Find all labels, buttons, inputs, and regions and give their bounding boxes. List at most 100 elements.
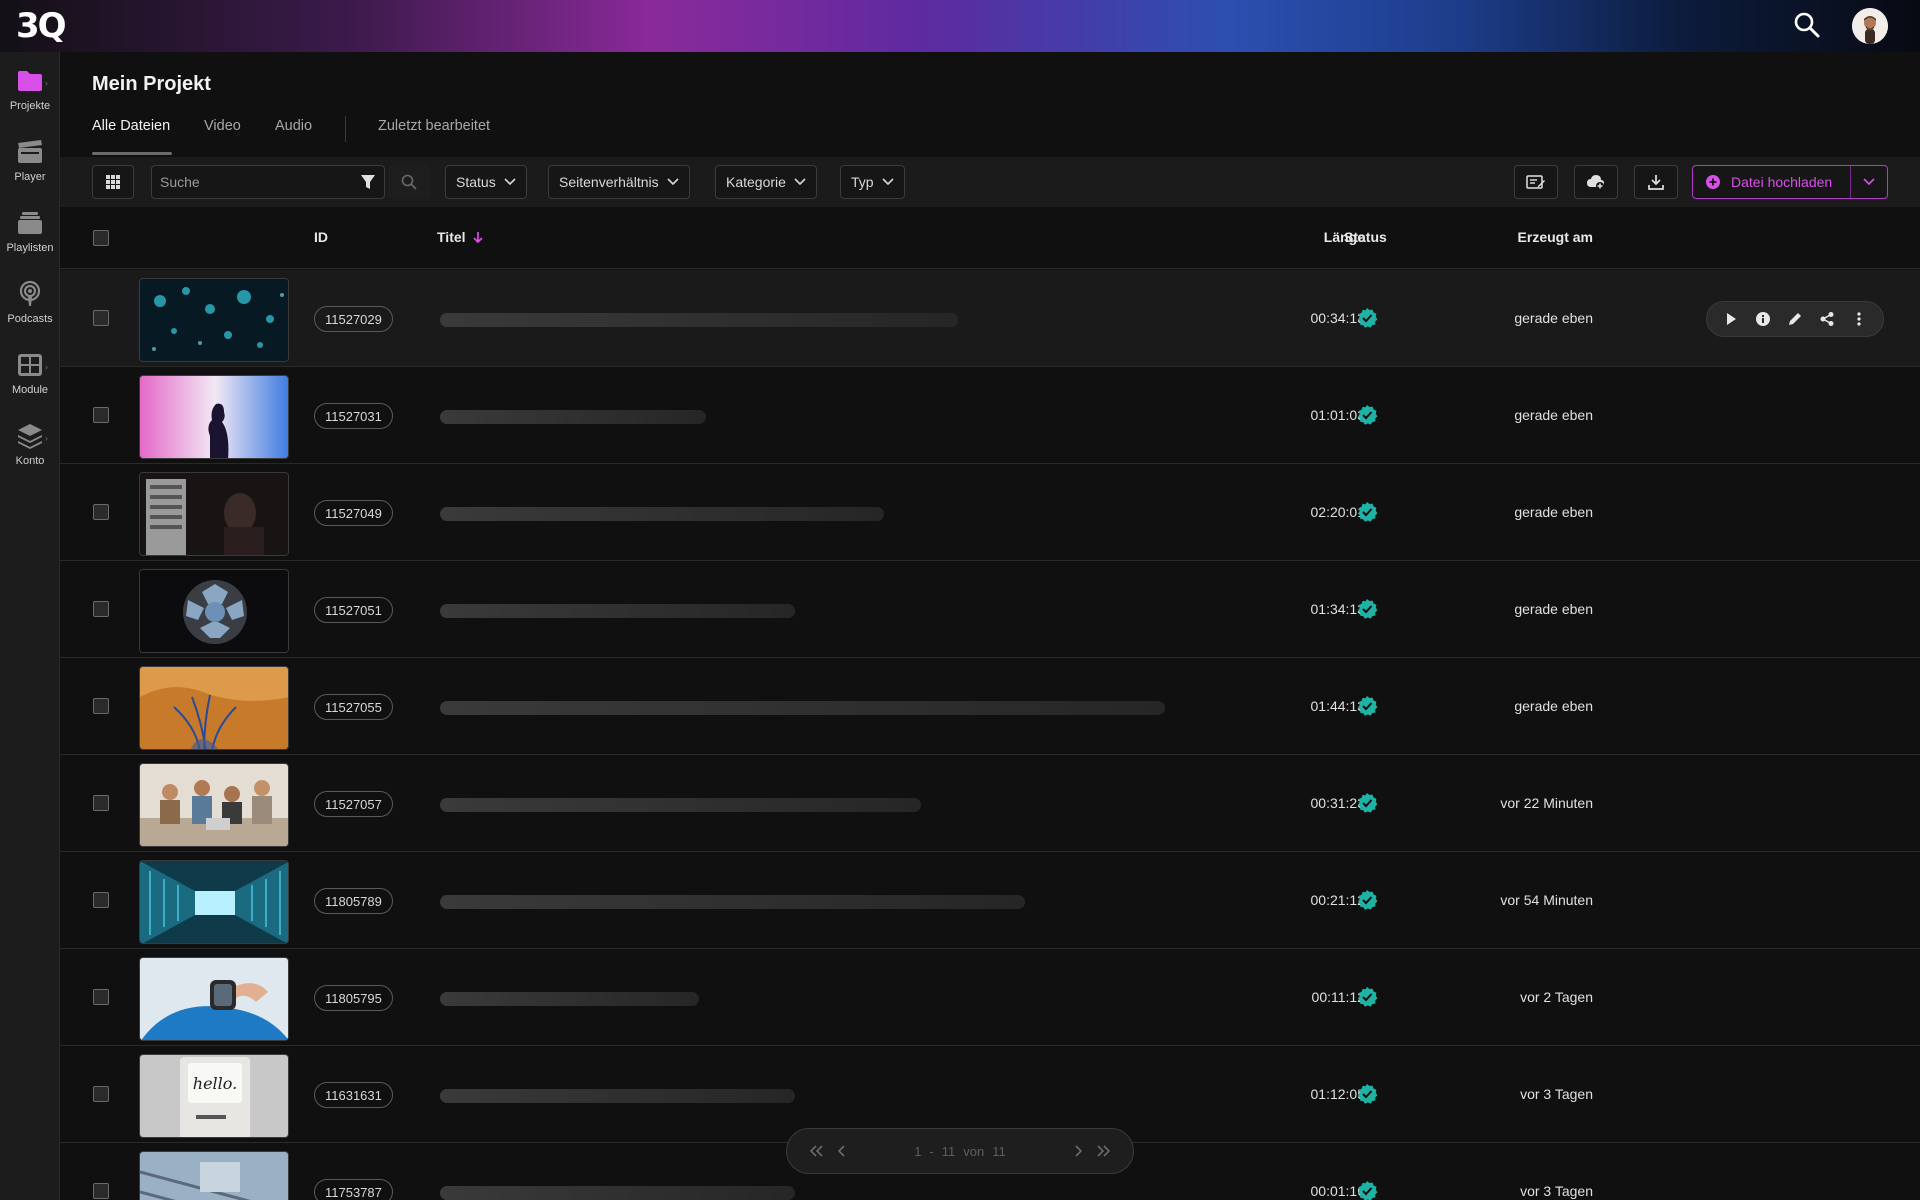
created-value: gerade eben (1514, 504, 1593, 520)
thumbnail[interactable] (139, 763, 289, 847)
row-checkbox[interactable] (93, 698, 109, 714)
upload-options-toggle[interactable] (1851, 178, 1887, 186)
row-checkbox[interactable] (93, 1086, 109, 1102)
filter-icon[interactable] (360, 174, 376, 190)
row-checkbox[interactable] (93, 601, 109, 617)
thumbnail[interactable] (139, 375, 289, 459)
thumbnail[interactable] (139, 666, 289, 750)
category-filter-dropdown[interactable]: Kategorie (715, 165, 817, 199)
upload-file-main[interactable]: Datei hochladen (1693, 166, 1852, 198)
title-placeholder[interactable] (440, 1089, 795, 1103)
sidebar-item-label: Player (14, 171, 46, 183)
title-placeholder[interactable] (440, 410, 706, 424)
table-row[interactable]: 11527049 02:20:01 gerade eben (60, 464, 1920, 561)
thumbnail[interactable] (139, 472, 289, 556)
previous-page-button[interactable] (829, 1138, 855, 1164)
avatar[interactable] (1852, 8, 1888, 44)
tab-video[interactable]: Video (204, 118, 241, 134)
share-button[interactable] (1816, 308, 1838, 330)
double-chevron-right-icon (1097, 1145, 1111, 1157)
dropdown-label: Typ (851, 174, 874, 190)
column-header-title[interactable]: Titel (437, 229, 484, 245)
search-input[interactable] (152, 166, 352, 198)
thumbnail[interactable] (139, 957, 289, 1041)
sidebar-item-label: Projekte (9, 100, 51, 112)
play-button[interactable] (1720, 308, 1742, 330)
title-placeholder[interactable] (440, 313, 958, 327)
chevron-down-icon (794, 178, 806, 186)
grid-view-button[interactable] (92, 165, 134, 199)
thumbnail[interactable] (139, 569, 289, 653)
sidebar-item-konto[interactable]: › Konto (0, 421, 60, 481)
created-value: vor 54 Minuten (1500, 892, 1593, 908)
title-placeholder[interactable] (440, 895, 1025, 909)
cloud-add-icon (1587, 175, 1604, 190)
title-placeholder[interactable] (440, 1186, 795, 1200)
table-row[interactable]: 11805795 00:11:12 vor 2 Tagen (60, 949, 1920, 1046)
thumbnail[interactable]: hello. (139, 1054, 289, 1138)
tab-zuletzt-bearbeitet[interactable]: Zuletzt bearbeitet (378, 118, 490, 134)
column-header-id[interactable]: ID (314, 229, 328, 245)
table-row[interactable]: 11527031 01:01:03 gerade eben (60, 367, 1920, 464)
add-to-playlist-button[interactable] (1574, 165, 1618, 199)
column-header-created[interactable]: Erzeugt am (1518, 229, 1593, 245)
sort-arrow-down-icon (472, 232, 483, 244)
table-row[interactable]: 11527055 01:44:13 gerade eben (60, 658, 1920, 755)
sidebar-item-projekte[interactable]: › Projekte (0, 66, 60, 126)
title-placeholder[interactable] (440, 992, 699, 1006)
row-checkbox[interactable] (93, 407, 109, 423)
row-checkbox[interactable] (93, 310, 109, 326)
title-placeholder[interactable] (440, 507, 884, 521)
upload-file-button[interactable]: Datei hochladen (1692, 165, 1888, 199)
title-placeholder[interactable] (440, 701, 1165, 715)
sidebar-item-podcasts[interactable]: Podcasts (0, 279, 60, 339)
tab-audio[interactable]: Audio (275, 118, 312, 134)
last-page-button[interactable] (1091, 1138, 1117, 1164)
first-page-button[interactable] (803, 1138, 829, 1164)
thumbnail[interactable] (139, 1151, 289, 1200)
row-checkbox[interactable] (93, 795, 109, 811)
search-icon[interactable] (1792, 10, 1822, 40)
stack-icon (15, 208, 45, 238)
row-checkbox[interactable] (93, 989, 109, 1005)
status-filter-dropdown[interactable]: Status (445, 165, 527, 199)
status-verified-icon (1356, 1083, 1378, 1105)
type-filter-dropdown[interactable]: Typ (840, 165, 905, 199)
title-placeholder[interactable] (440, 798, 921, 812)
chevron-right-icon (1075, 1145, 1083, 1157)
next-page-button[interactable] (1065, 1138, 1091, 1164)
sidebar-item-label: Podcasts (7, 313, 53, 325)
sidebar-item-playlisten[interactable]: Playlisten (0, 208, 60, 268)
edit-button[interactable] (1784, 308, 1806, 330)
select-all-checkbox[interactable] (93, 230, 109, 246)
app-logo[interactable]: 3Q (16, 6, 72, 46)
column-header-status[interactable]: Status (1344, 229, 1387, 245)
download-button[interactable] (1634, 165, 1678, 199)
bulk-edit-button[interactable] (1514, 165, 1558, 199)
thumbnail[interactable] (139, 860, 289, 944)
table-row[interactable]: 11527057 00:31:23 vor 22 Minuten (60, 755, 1920, 852)
created-value: vor 3 Tagen (1520, 1183, 1593, 1199)
info-button[interactable] (1752, 308, 1774, 330)
row-checkbox[interactable] (93, 504, 109, 520)
sidebar-item-player[interactable]: Player (0, 137, 60, 197)
search-field (151, 165, 385, 199)
upload-file-label: Datei hochladen (1731, 174, 1833, 190)
sidebar-item-module[interactable]: › Module (0, 350, 60, 410)
chevron-down-icon (1863, 178, 1875, 186)
more-options-button[interactable] (1848, 308, 1870, 330)
thumbnail[interactable] (139, 278, 289, 362)
page-to: 11 (941, 1143, 956, 1159)
created-value: gerade eben (1514, 310, 1593, 326)
search-button[interactable] (388, 165, 430, 199)
tab-alle-dateien[interactable]: Alle Dateien (92, 118, 170, 134)
table-row[interactable]: 11527051 01:34:13 gerade eben (60, 561, 1920, 658)
title-placeholder[interactable] (440, 604, 795, 618)
aspect-ratio-filter-dropdown[interactable]: Seitenverhältnis (548, 165, 690, 199)
status-verified-icon (1356, 404, 1378, 426)
row-checkbox[interactable] (93, 1183, 109, 1199)
sidebar-item-label: Module (11, 384, 49, 396)
table-row[interactable]: 11527029 00:34:13 gerade eben (60, 270, 1920, 367)
table-row[interactable]: 11805789 00:21:12 vor 54 Minuten (60, 852, 1920, 949)
row-checkbox[interactable] (93, 892, 109, 908)
